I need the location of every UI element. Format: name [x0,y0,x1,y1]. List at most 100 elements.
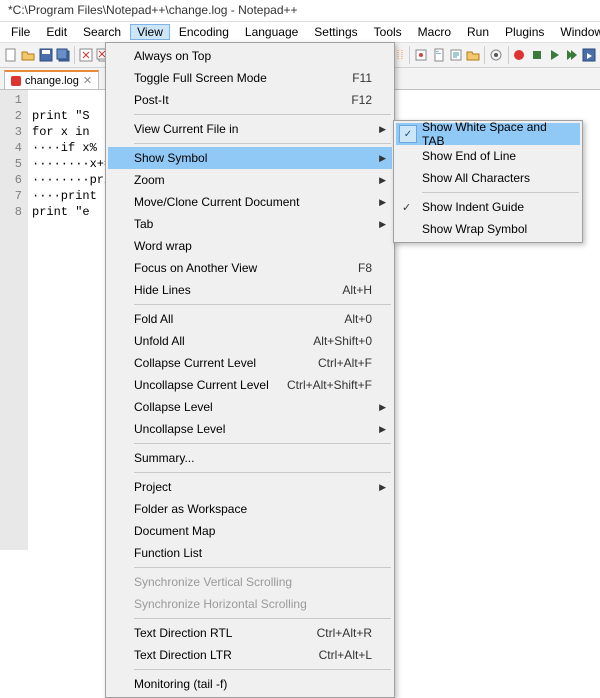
submenu-arrow-icon: ▶ [379,424,386,435]
save-all-icon[interactable] [56,46,70,64]
code-content[interactable]: print "S for x in ····if x% ········x+= … [28,90,111,550]
menu-folder-workspace[interactable]: Folder as Workspace [108,498,392,520]
menu-separator [134,304,391,305]
code-line: ········x+= [32,157,111,171]
menu-collapse-current[interactable]: Collapse Current LevelCtrl+Alt+F [108,352,392,374]
line-number: 2 [0,108,22,124]
code-line: ········pri [32,173,111,187]
save-icon[interactable] [39,46,53,64]
menu-macro[interactable]: Macro [411,24,458,40]
submenu-arrow-icon: ▶ [379,402,386,413]
menu-project[interactable]: Project▶ [108,476,392,498]
menu-search[interactable]: Search [76,24,128,40]
menu-tools[interactable]: Tools [367,24,409,40]
menu-uncollapse-current[interactable]: Uncollapse Current LevelCtrl+Alt+Shift+F [108,374,392,396]
play-macro-icon[interactable] [547,46,561,64]
code-line: ····print [32,189,97,203]
check-icon: ✓ [402,201,411,214]
submenu-show-whitespace-tab[interactable]: ✓ Show White Space and TAB [396,123,580,145]
check-icon: ✓ [399,125,417,143]
line-number: 1 [0,92,22,108]
submenu-arrow-icon: ▶ [379,153,386,164]
menu-show-symbol[interactable]: Show Symbol▶ [108,147,392,169]
menu-zoom[interactable]: Zoom▶ [108,169,392,191]
toolbar-separator [409,46,410,64]
menu-sync-vertical: Synchronize Vertical Scrolling [108,571,392,593]
shortcut-label: F11 [352,71,372,85]
file-tab[interactable]: change.log ✕ [4,70,99,89]
menu-separator [134,143,391,144]
menu-plugins[interactable]: Plugins [498,24,551,40]
shortcut-label: Alt+Shift+0 [313,334,372,348]
submenu-arrow-icon: ▶ [379,124,386,135]
menu-focus-other[interactable]: Focus on Another ViewF8 [108,257,392,279]
menu-text-ltr[interactable]: Text Direction LTRCtrl+Alt+L [108,644,392,666]
folder-ws-icon[interactable] [466,46,480,64]
menu-word-wrap[interactable]: Word wrap [108,235,392,257]
menu-summary[interactable]: Summary... [108,447,392,469]
shortcut-label: Ctrl+Alt+F [318,356,372,370]
shortcut-label: Ctrl+Alt+L [319,648,372,662]
menu-monitoring[interactable]: Monitoring (tail -f) [108,673,392,695]
shortcut-label: F12 [351,93,372,107]
tab-close-icon[interactable]: ✕ [83,74,92,87]
window-title: *C:\Program Files\Notepad++\change.log -… [0,0,600,22]
shortcut-label: Ctrl+Alt+Shift+F [287,378,372,392]
menu-language[interactable]: Language [238,24,305,40]
menu-edit[interactable]: Edit [39,24,74,40]
menu-window[interactable]: Window [553,24,600,40]
submenu-show-all-chars[interactable]: Show All Characters [396,167,580,189]
menu-tab-sub[interactable]: Tab▶ [108,213,392,235]
menu-full-screen[interactable]: Toggle Full Screen ModeF11 [108,67,392,89]
code-line: ····if x% [32,141,97,155]
doc-map-icon[interactable] [432,46,446,64]
record-macro-icon[interactable] [512,46,526,64]
menu-move-clone[interactable]: Move/Clone Current Document▶ [108,191,392,213]
submenu-arrow-icon: ▶ [379,482,386,493]
menu-encoding[interactable]: Encoding [172,24,236,40]
submenu-arrow-icon: ▶ [379,197,386,208]
tab-label: change.log [25,75,79,87]
toolbar-separator [508,46,509,64]
toolbar-separator [484,46,485,64]
shortcut-label: Alt+H [342,283,372,297]
menu-always-on-top[interactable]: Always on Top [108,45,392,67]
func-list-icon[interactable] [449,46,463,64]
new-file-icon[interactable] [4,46,18,64]
show-symbol-submenu: ✓ Show White Space and TAB Show End of L… [393,120,583,243]
submenu-show-eol[interactable]: Show End of Line [396,145,580,167]
udl-icon[interactable] [414,46,428,64]
menu-view-current-file: View Current File in▶ [108,118,392,140]
menu-unfold-all[interactable]: Unfold AllAlt+Shift+0 [108,330,392,352]
menu-separator [422,192,579,193]
menu-function-list[interactable]: Function List [108,542,392,564]
stop-macro-icon[interactable] [530,46,544,64]
monitor-icon[interactable] [489,46,503,64]
menu-text-rtl[interactable]: Text Direction RTLCtrl+Alt+R [108,622,392,644]
save-macro-icon[interactable] [582,46,596,64]
menu-doc-map[interactable]: Document Map [108,520,392,542]
close-icon[interactable] [79,46,93,64]
menu-run[interactable]: Run [460,24,496,40]
menu-view[interactable]: View [130,24,170,40]
submenu-show-indent-guide[interactable]: ✓ Show Indent Guide [396,196,580,218]
line-gutter: 1 2 3 4 5 6 7 8 [0,90,28,550]
open-file-icon[interactable] [21,46,35,64]
submenu-show-wrap-symbol[interactable]: Show Wrap Symbol [396,218,580,240]
line-number: 7 [0,188,22,204]
menu-file[interactable]: File [4,24,37,40]
line-number: 6 [0,172,22,188]
menu-separator [134,114,391,115]
play-multi-icon[interactable] [564,46,578,64]
menu-fold-all[interactable]: Fold AllAlt+0 [108,308,392,330]
menu-uncollapse-level[interactable]: Uncollapse Level▶ [108,418,392,440]
menu-collapse-level[interactable]: Collapse Level▶ [108,396,392,418]
code-line: for x in [32,125,90,139]
menu-post-it[interactable]: Post-ItF12 [108,89,392,111]
unsaved-indicator-icon [11,76,21,86]
menu-separator [134,472,391,473]
menu-settings[interactable]: Settings [307,24,364,40]
menu-hide-lines[interactable]: Hide LinesAlt+H [108,279,392,301]
line-number: 3 [0,124,22,140]
submenu-arrow-icon: ▶ [379,175,386,186]
